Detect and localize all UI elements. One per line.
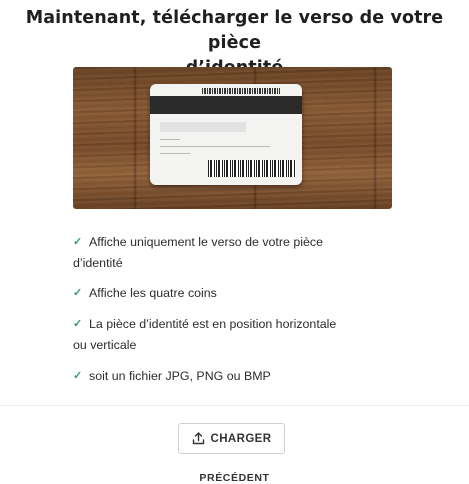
page-title-line-1: Maintenant, télécharger le verso de votr… (25, 8, 444, 53)
check-icon: ✓ (73, 236, 83, 248)
card-signature-strip (160, 122, 246, 132)
back-link[interactable]: PRÉCÉDENT (0, 472, 469, 484)
card-barcode (208, 160, 296, 177)
requirement-item: ✓ La pièce d’identité est en position hor… (73, 314, 403, 356)
requirement-text: Affiche les quatre coins (89, 286, 217, 300)
check-icon: ✓ (73, 370, 83, 382)
check-icon: ✓ (73, 318, 83, 330)
requirement-item: ✓ Affiche les quatre coins (73, 283, 403, 304)
card-text-line (160, 139, 180, 140)
card-text-line (160, 146, 270, 147)
upload-button-label: CHARGER (210, 432, 272, 445)
requirement-item: ✓ Affiche uniquement le verso de votre pi… (73, 232, 403, 274)
card-top-barcode (202, 88, 280, 94)
card-magnetic-stripe (150, 96, 302, 114)
requirement-text-continued: d’identité (73, 256, 123, 270)
requirement-text: Affiche uniquement le verso de votre piè… (89, 235, 323, 249)
requirement-text: La pièce d’identité est en position hori… (89, 317, 337, 331)
id-card-back (150, 84, 302, 185)
requirement-text-continued: ou verticale (73, 338, 137, 352)
upload-icon (192, 432, 204, 445)
check-icon: ✓ (73, 287, 83, 299)
divider (0, 405, 469, 406)
requirement-text: soit un fichier JPG, PNG ou BMP (89, 369, 271, 383)
card-text-line (160, 153, 190, 154)
id-card-back-illustration (73, 67, 392, 209)
requirement-item: ✓ soit un fichier JPG, PNG ou BMP (73, 366, 403, 387)
upload-button[interactable]: CHARGER (178, 423, 285, 454)
